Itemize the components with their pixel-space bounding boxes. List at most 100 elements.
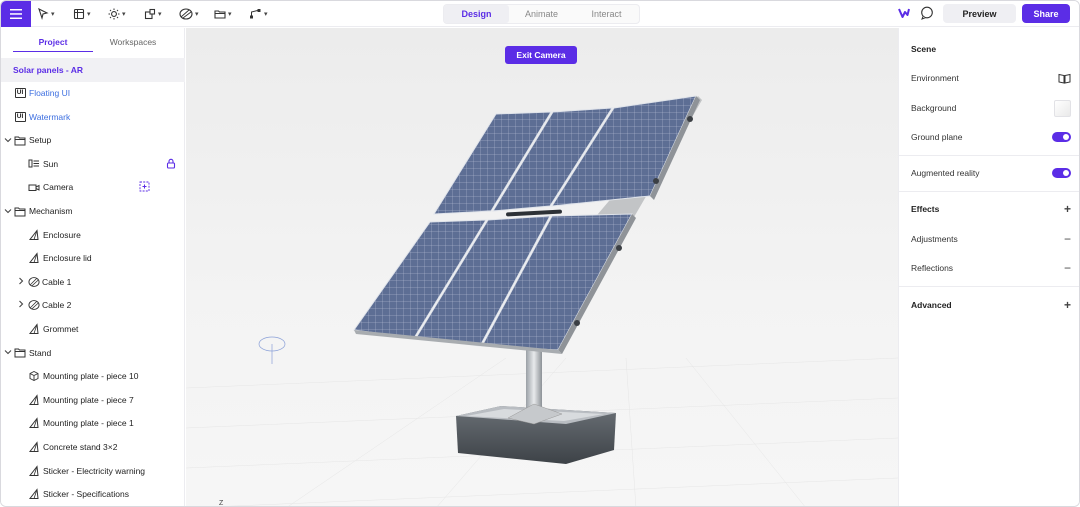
mesh-icon xyxy=(28,394,40,406)
tree-item[interactable]: Sticker - Electricity warning xyxy=(1,461,185,481)
cable-icon xyxy=(28,276,40,288)
tree-item[interactable]: Stand xyxy=(1,343,185,363)
tab-design[interactable]: Design xyxy=(444,5,509,23)
chevron-down-icon[interactable] xyxy=(4,207,12,216)
tree-item-label: Floating UI xyxy=(29,88,71,98)
top-toolbar: ▾ ▾ ▾ ▾ ▾ ▾ ▾ Design Animate Interact Pr… xyxy=(1,1,1079,27)
ground-plane-row: Ground plane xyxy=(911,129,1071,145)
reflections-row: Reflections − xyxy=(911,260,1071,276)
tree-item-label: Sun xyxy=(43,158,59,169)
path-tool-button[interactable]: ▾ xyxy=(249,5,268,23)
ar-toggle[interactable] xyxy=(1052,168,1071,178)
adjustments-label: Adjustments xyxy=(911,234,958,244)
3d-viewport[interactable]: Exit Camera Z xyxy=(186,28,898,507)
hamburger-icon xyxy=(10,9,22,19)
remove-adjustments-icon[interactable]: − xyxy=(1064,231,1071,247)
lock-icon[interactable] xyxy=(166,158,176,171)
mesh-icon xyxy=(28,417,40,429)
chevron-down-icon[interactable] xyxy=(4,136,12,145)
frame-tool-button[interactable]: ▾ xyxy=(73,5,91,23)
pointer-tool-icon xyxy=(38,8,49,20)
menu-button[interactable] xyxy=(1,1,31,27)
environment-label: Environment xyxy=(911,73,959,83)
tree-item-label: Grommet xyxy=(43,324,79,334)
light-icon xyxy=(28,158,40,170)
frame-tool-icon xyxy=(73,8,85,20)
pointer-tool-button[interactable]: ▾ xyxy=(37,5,55,23)
tree-item-label: Cable 1 xyxy=(42,276,72,287)
tree-item[interactable]: Concrete stand 3×2 xyxy=(1,437,185,457)
project-name-row[interactable]: Solar panels - AR xyxy=(1,58,185,82)
folder-icon xyxy=(14,347,26,359)
tree-item-label: Setup xyxy=(29,135,52,146)
tree-item-label: Mounting plate - piece 7 xyxy=(43,394,134,405)
project-name: Solar panels - AR xyxy=(13,65,84,75)
folder-tool-button[interactable]: ▾ xyxy=(214,5,232,23)
ar-row: Augmented reality xyxy=(911,165,1071,181)
tab-workspaces[interactable]: Workspaces xyxy=(93,34,173,52)
exit-camera-button[interactable]: Exit Camera xyxy=(505,46,577,64)
environment-row[interactable]: Environment xyxy=(911,70,1071,86)
tree-item[interactable]: Sticker - Specifications xyxy=(1,484,185,504)
lower-panel-array xyxy=(353,213,636,354)
effects-label: Effects xyxy=(911,204,940,214)
app-window: ▾ ▾ ▾ ▾ ▾ ▾ ▾ Design Animate Interact Pr… xyxy=(0,0,1080,507)
mesh-icon xyxy=(28,488,40,500)
tree-item[interactable]: Mounting plate - piece 7 xyxy=(1,390,185,410)
tree-item[interactable]: Cable 2 xyxy=(1,295,185,315)
tree-item[interactable]: UI Floating UI xyxy=(1,83,185,103)
share-button[interactable]: Share xyxy=(1022,4,1070,23)
tree-item[interactable]: Mechanism xyxy=(1,201,185,221)
background-label: Background xyxy=(911,103,957,113)
background-row[interactable]: Background xyxy=(911,99,1071,117)
tree-item[interactable]: Camera xyxy=(1,177,185,197)
remove-reflections-icon[interactable]: − xyxy=(1064,260,1071,276)
tab-animate[interactable]: Animate xyxy=(509,5,574,23)
material-tool-button[interactable]: ▾ xyxy=(179,5,199,23)
tree-item[interactable]: Grommet xyxy=(1,319,185,339)
reflections-label: Reflections xyxy=(911,263,954,273)
tree-item[interactable]: Enclosure xyxy=(1,225,185,245)
tree-item[interactable]: Setup xyxy=(1,130,185,150)
brand-logo-icon xyxy=(898,7,910,21)
tree-item[interactable]: UI Watermark xyxy=(1,107,185,127)
tree-item-label: Camera xyxy=(43,182,74,193)
tree-item[interactable]: Cable 1 xyxy=(1,272,185,292)
tab-interact[interactable]: Interact xyxy=(574,5,639,23)
target-icon[interactable] xyxy=(139,181,150,194)
tree-item[interactable]: Mounting plate - piece 1 xyxy=(1,413,185,433)
tree-item-label: Cable 2 xyxy=(42,300,72,311)
environment-book-icon[interactable] xyxy=(1058,70,1071,86)
tree-item[interactable]: Enclosure lid xyxy=(1,248,185,268)
preview-button[interactable]: Preview xyxy=(943,4,1016,23)
panel-tabs: Project Workspaces xyxy=(13,34,173,52)
chevron-down-icon: ▾ xyxy=(264,11,268,18)
background-color-swatch[interactable] xyxy=(1054,99,1071,117)
upper-panel-array xyxy=(433,95,700,215)
ground-plane-label: Ground plane xyxy=(911,132,963,142)
add-advanced-icon[interactable]: + xyxy=(1064,297,1071,313)
mesh-icon xyxy=(28,464,40,477)
light-tool-button[interactable]: ▾ xyxy=(108,5,126,23)
chevron-down-icon: ▾ xyxy=(51,11,55,18)
chevron-down-icon: ▾ xyxy=(158,11,162,18)
comments-button[interactable] xyxy=(920,6,934,22)
add-effect-icon[interactable]: + xyxy=(1064,201,1071,217)
chevron-down-icon[interactable] xyxy=(4,348,12,357)
chevron-down-icon: ▾ xyxy=(195,11,199,18)
tab-project[interactable]: Project xyxy=(13,34,93,52)
tree-item-label: Enclosure lid xyxy=(43,253,92,264)
adjustments-row: Adjustments − xyxy=(911,231,1071,247)
ground-plane-toggle[interactable] xyxy=(1052,132,1071,142)
shape-tool-button[interactable]: ▾ xyxy=(144,5,162,23)
tree-item[interactable]: Mounting plate - piece 10 xyxy=(1,366,185,386)
chat-bubble-icon xyxy=(921,6,933,20)
axis-label: Z xyxy=(219,500,224,507)
divider xyxy=(899,191,1079,192)
tree-item[interactable]: Sun xyxy=(1,154,185,174)
divider xyxy=(899,286,1079,287)
chevron-right-icon[interactable] xyxy=(17,300,25,310)
divider xyxy=(899,155,1079,156)
chevron-right-icon[interactable] xyxy=(17,277,25,287)
project-panel: Project Workspaces Solar panels - AR UI F… xyxy=(1,28,185,506)
